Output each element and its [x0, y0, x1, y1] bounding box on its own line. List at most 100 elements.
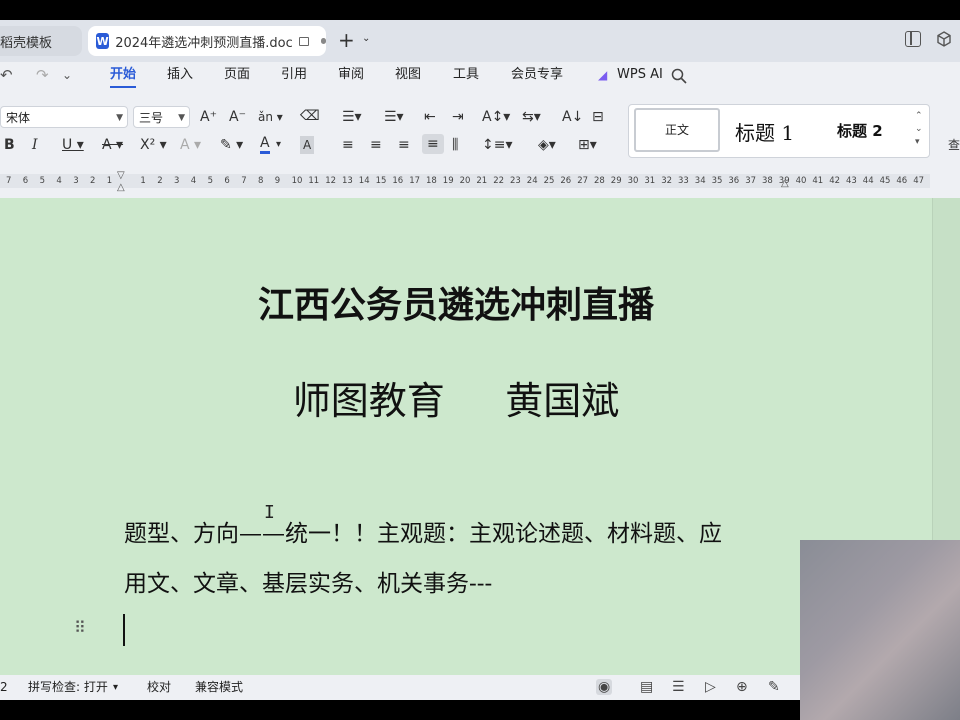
strikethrough-icon[interactable]: A ▾: [102, 136, 123, 154]
menu-tools[interactable]: 工具: [453, 62, 479, 92]
superscript-icon[interactable]: X² ▾: [140, 136, 167, 154]
paragraph-shading-icon[interactable]: ◈▾: [538, 136, 556, 154]
page-view-icon[interactable]: ▤: [640, 679, 653, 695]
eye-protection-icon[interactable]: ◉: [596, 679, 613, 695]
document-page[interactable]: 江西公务员遴选冲刺直播 师图教育 黄国斌 题型、方向——统一！！主观题：主观论述…: [0, 198, 932, 675]
pen-icon[interactable]: ✎: [768, 679, 780, 695]
highlight-icon[interactable]: ✎ ▾: [220, 136, 243, 154]
spellcheck-toggle[interactable]: 拼写检查: 打开: [28, 675, 108, 700]
proofread-button[interactable]: 校对: [147, 675, 171, 700]
menu-references[interactable]: 引用: [281, 62, 307, 92]
right-indent-marker[interactable]: △: [781, 178, 789, 189]
sort-icon[interactable]: A↓: [562, 108, 583, 126]
menu-insert[interactable]: 插入: [167, 62, 193, 92]
horizontal-ruler[interactable]: 7 6 5 4 3 2 1 1 2 3 4 5 6 7 8 9 10 11 12 13 14 15 16 17 18 19 20 21…: [0, 170, 960, 198]
text-effect-icon[interactable]: A ▾: [180, 136, 201, 154]
distributed-align-icon[interactable]: ⫼: [452, 136, 458, 154]
menu-wps-ai[interactable]: WPS AI: [617, 62, 663, 92]
ruler-tick: 17: [409, 176, 421, 186]
increase-indent-icon[interactable]: ⇥: [452, 108, 464, 126]
borders-icon[interactable]: ⊞▾: [578, 136, 597, 154]
ruler-tick: 13: [342, 176, 353, 186]
screen-top-border: [0, 0, 960, 20]
styles-scroll-icon[interactable]: ⌃ ⌄ ▾: [915, 110, 923, 149]
ruler-tick: 32: [661, 176, 673, 186]
font-name-select[interactable]: 宋体 ▼: [0, 106, 128, 128]
ruler-tick: 2: [157, 176, 163, 186]
menu-home[interactable]: 开始: [110, 62, 137, 88]
ruler-tick: 11: [308, 176, 320, 186]
bold-icon[interactable]: B: [4, 136, 15, 154]
bullet-list-icon[interactable]: ☰▾: [342, 108, 362, 126]
ruler-tick: 44: [862, 176, 874, 186]
chevron-down-icon[interactable]: ▾: [113, 675, 118, 700]
ruler-tick: 1: [106, 176, 113, 186]
first-line-indent-marker[interactable]: ▽: [117, 170, 125, 181]
ruler-tick: 6: [224, 176, 230, 186]
ruler-tick: 37: [745, 176, 757, 186]
unsaved-dot-icon[interactable]: [321, 38, 326, 44]
align-right-icon[interactable]: ≡: [398, 136, 410, 154]
align-left-icon[interactable]: ≡: [342, 136, 354, 154]
ruler-tick: 4: [56, 176, 62, 186]
underline-icon[interactable]: U ▾: [62, 136, 84, 154]
new-tab-dropdown-icon[interactable]: ⌄: [362, 33, 370, 44]
tab-active-document[interactable]: W 2024年遴选冲刺预测直播.doc: [88, 26, 326, 56]
ruler-tick: 5: [207, 176, 214, 186]
ruler-tick: 41: [812, 176, 824, 186]
style-normal[interactable]: 正文: [634, 108, 720, 152]
chevron-down-icon: ▼: [116, 113, 123, 123]
numbered-list-icon[interactable]: ☰▾: [384, 108, 404, 126]
menu-page[interactable]: 页面: [224, 62, 250, 92]
ruler-tick: 28: [594, 176, 605, 186]
character-shading-icon[interactable]: A: [300, 136, 315, 154]
menu-view[interactable]: 视图: [395, 62, 421, 92]
ruler-tick: 25: [543, 176, 555, 186]
font-color-dropdown-icon[interactable]: ▾: [276, 136, 281, 154]
cube-icon[interactable]: [936, 31, 952, 47]
ruler-tick: 40: [795, 176, 807, 186]
tab-template-store-label: 稻壳模板: [0, 35, 53, 51]
new-tab-button[interactable]: +: [338, 30, 355, 50]
menu-membership[interactable]: 会员专享: [511, 62, 563, 92]
ruler-tick: 14: [358, 176, 370, 186]
play-icon[interactable]: ▷: [705, 679, 716, 695]
hanging-indent-marker[interactable]: △: [117, 182, 125, 193]
italic-icon[interactable]: I: [32, 136, 38, 154]
justify-icon[interactable]: ≡: [422, 134, 444, 154]
font-color-icon[interactable]: A: [260, 136, 270, 154]
decrease-font-icon[interactable]: A⁻: [229, 108, 246, 126]
find-replace-button[interactable]: 查: [948, 136, 960, 154]
web-view-icon[interactable]: ⊕: [736, 679, 748, 695]
line-break-icon[interactable]: ⇆▾: [522, 108, 541, 126]
document-subtitle: 师图教育 黄国斌: [292, 379, 620, 423]
ruler-tick: 2: [90, 176, 96, 186]
increase-font-icon[interactable]: A⁺: [200, 108, 217, 126]
show-marks-icon[interactable]: ⊟: [592, 108, 604, 126]
search-icon[interactable]: [671, 62, 687, 92]
line-spacing-icon[interactable]: ↕≡▾: [482, 136, 513, 154]
phonetic-guide-icon[interactable]: ǎn ▾: [258, 108, 283, 126]
chevron-down-icon: ▼: [178, 113, 185, 123]
font-size-select[interactable]: 三号 ▼: [133, 106, 190, 128]
paragraph-drag-handle-icon[interactable]: ⠿: [74, 620, 86, 636]
redo-icon[interactable]: ↷: [36, 62, 49, 92]
ruler-tick: 34: [694, 176, 706, 186]
clear-format-icon[interactable]: ⌫: [300, 107, 320, 125]
ruler-tick: 35: [711, 176, 723, 186]
compat-mode-label: 兼容模式: [195, 680, 244, 694]
style-heading-2[interactable]: 标题 2: [837, 120, 883, 141]
wps-ai-icon: ◢: [598, 68, 608, 82]
undo-icon[interactable]: ↶: [0, 62, 13, 92]
menu-review[interactable]: 审阅: [338, 62, 364, 92]
wps-writer-icon: W: [96, 33, 110, 49]
outline-view-icon[interactable]: ☰: [672, 679, 685, 695]
align-center-icon[interactable]: ≡: [370, 136, 382, 154]
ruler-tick: 23: [510, 176, 521, 186]
quick-access-more-icon[interactable]: ⌄: [62, 62, 72, 92]
decrease-indent-icon[interactable]: ⇤: [424, 108, 436, 126]
style-heading-1[interactable]: 标题 1: [735, 117, 794, 146]
sidebar-toggle-icon[interactable]: [905, 31, 921, 47]
text-direction-icon[interactable]: A↕▾: [482, 108, 510, 126]
tab-template-store[interactable]: 稻壳模板: [0, 26, 82, 56]
